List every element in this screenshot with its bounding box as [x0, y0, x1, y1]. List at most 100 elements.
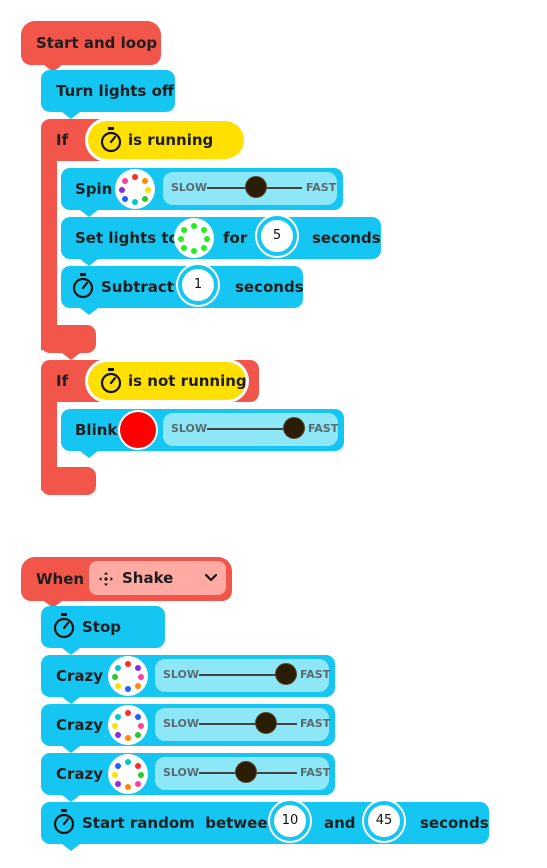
block-notch	[80, 451, 98, 458]
led-dot	[112, 723, 118, 729]
event-label: Shake	[122, 569, 174, 587]
if-running-foot	[41, 325, 96, 353]
led-dot	[115, 732, 121, 738]
rainbow-dial[interactable]	[110, 658, 146, 694]
led-dot	[115, 781, 121, 787]
blink-color-swatch[interactable]	[120, 412, 156, 448]
block-notch	[62, 697, 80, 704]
chevron-down-icon	[205, 574, 217, 582]
stopwatch-icon	[100, 368, 122, 394]
stop-block[interactable]: Stop	[41, 606, 165, 648]
if-running-arm	[41, 150, 57, 350]
fast-label: FAST	[308, 422, 339, 435]
rainbow-dial[interactable]	[117, 171, 153, 207]
slider-knob[interactable]	[235, 761, 257, 783]
led-dot	[115, 683, 121, 689]
if-not-running-foot	[41, 467, 96, 495]
crazy-block-3[interactable]: Crazy SLOW FAST	[41, 753, 335, 795]
green-lights-dial[interactable]	[176, 220, 212, 256]
is-running-condition[interactable]: is running	[88, 121, 244, 159]
slider-track	[199, 723, 297, 725]
led-dot	[142, 196, 148, 202]
when-label: When	[36, 570, 85, 588]
when-hat[interactable]: When Shake	[21, 557, 232, 601]
crazy-block-1[interactable]: Crazy SLOW FAST	[41, 655, 335, 697]
subtract-input[interactable]: 1	[178, 265, 218, 305]
turn-lights-off-block[interactable]: Turn lights off	[41, 70, 175, 112]
slow-label: SLOW	[171, 181, 208, 194]
led-dot	[204, 236, 210, 242]
led-dot	[181, 227, 187, 233]
fast-label: FAST	[300, 717, 331, 730]
led-dot	[135, 763, 141, 769]
start-and-loop-hat[interactable]: Start and loop	[21, 21, 161, 65]
block-notch	[62, 353, 80, 360]
random-min-input[interactable]: 10	[270, 801, 310, 841]
stopwatch-icon	[53, 809, 75, 835]
rainbow-dial[interactable]	[110, 756, 146, 792]
led-dot	[135, 665, 141, 671]
and-label: and	[324, 814, 356, 832]
blink-block[interactable]: Blink SLOW FAST	[61, 409, 344, 451]
led-dot	[178, 236, 184, 242]
led-dot	[132, 199, 138, 205]
event-dropdown[interactable]: Shake	[89, 561, 226, 595]
crazy-speed-slider[interactable]: SLOW FAST	[155, 659, 331, 692]
stopwatch-icon	[72, 273, 94, 299]
led-dot	[138, 772, 144, 778]
slow-label: SLOW	[163, 717, 200, 730]
led-dot	[112, 772, 118, 778]
stop-label: Stop	[82, 618, 122, 636]
slow-label: SLOW	[163, 766, 200, 779]
led-dot	[201, 245, 207, 251]
start-random-block[interactable]: Start random between 10 and 45 seconds	[41, 801, 489, 844]
led-dot	[135, 781, 141, 787]
crazy-label: Crazy	[56, 716, 104, 734]
led-dot	[115, 714, 121, 720]
led-dot	[201, 227, 207, 233]
slider-knob[interactable]	[245, 176, 267, 198]
fast-label: FAST	[306, 181, 337, 194]
start-random-label: Start random between	[82, 814, 279, 832]
slider-knob[interactable]	[275, 663, 297, 685]
led-dot	[115, 665, 121, 671]
blink-speed-slider[interactable]: SLOW FAST	[163, 413, 338, 446]
led-dot	[125, 686, 131, 692]
led-dot	[191, 248, 197, 254]
block-notch	[62, 112, 80, 119]
move-arrows-icon	[99, 572, 113, 586]
spin-speed-slider[interactable]: SLOW FAST	[163, 172, 337, 205]
crazy-label: Crazy	[56, 765, 104, 783]
duration-input[interactable]: 5	[257, 216, 297, 256]
block-notch	[80, 259, 98, 266]
subtract-block[interactable]: Subtract 1 seconds	[61, 265, 304, 308]
led-dot	[138, 723, 144, 729]
led-dot	[125, 759, 131, 765]
led-dot	[122, 196, 128, 202]
led-dot	[191, 223, 197, 229]
led-dot	[125, 661, 131, 667]
set-lights-block[interactable]: Set lights to for 5 seconds	[61, 216, 381, 259]
slider-knob[interactable]	[283, 417, 305, 439]
crazy-speed-slider[interactable]: SLOW FAST	[155, 708, 331, 741]
crazy-speed-slider[interactable]: SLOW FAST	[155, 757, 330, 790]
if-label: If	[56, 131, 69, 149]
start-and-loop-label: Start and loop	[36, 34, 158, 52]
fast-label: FAST	[300, 668, 331, 681]
for-label: for	[223, 229, 248, 247]
led-dot	[135, 732, 141, 738]
rainbow-dial[interactable]	[110, 707, 146, 743]
is-not-running-condition[interactable]: is not running	[88, 362, 247, 400]
spin-label: Spin	[75, 180, 113, 198]
block-notch	[62, 795, 80, 802]
slider-knob[interactable]	[255, 712, 277, 734]
blink-label: Blink	[75, 421, 118, 439]
led-dot	[135, 714, 141, 720]
led-dot	[119, 187, 125, 193]
seconds-label: seconds	[312, 229, 381, 247]
is-not-running-label: is not running	[128, 372, 247, 390]
spin-block[interactable]: Spin SLOW FAST	[61, 168, 343, 210]
led-dot	[145, 187, 151, 193]
crazy-block-2[interactable]: Crazy SLOW FAST	[41, 704, 335, 746]
random-max-input[interactable]: 45	[364, 801, 404, 841]
